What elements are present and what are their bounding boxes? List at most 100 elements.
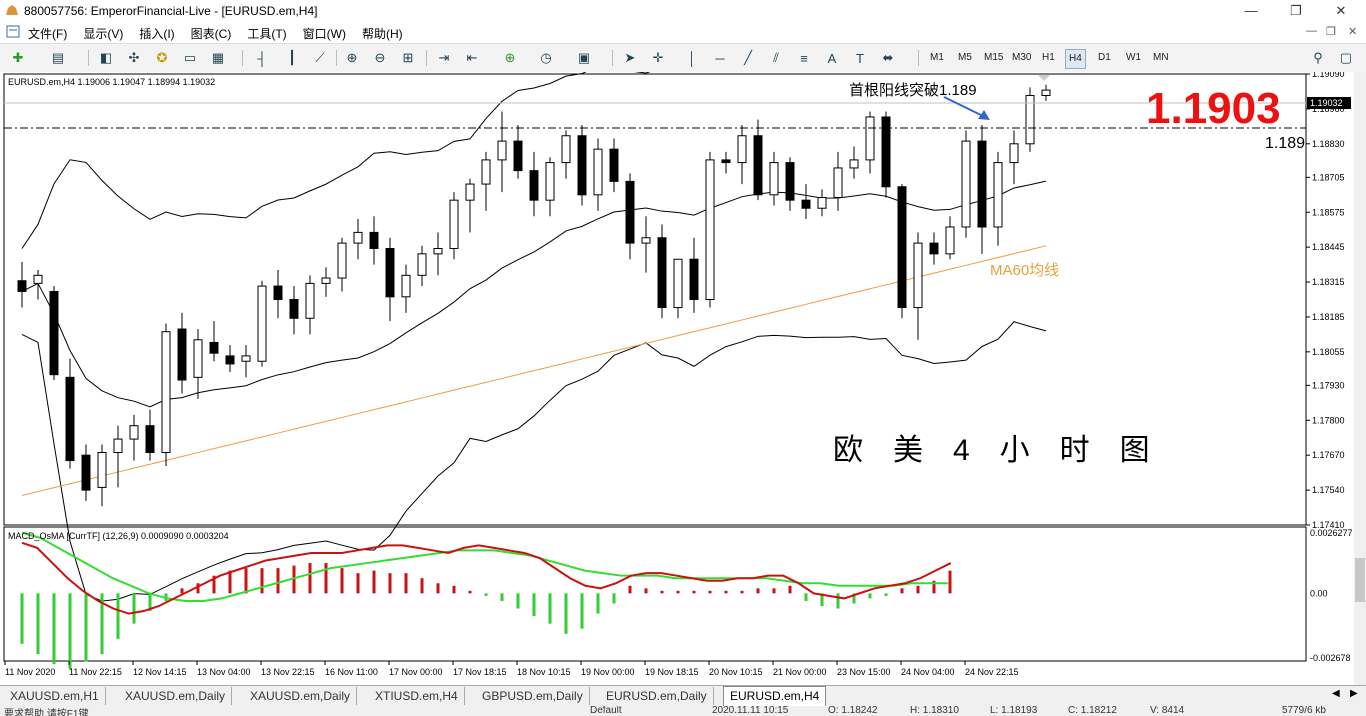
bear-candle [145,425,155,454]
price-label: 1.17800 [1312,415,1345,425]
bear-candle [289,299,299,319]
tab-xauusd-daily-1[interactable]: XAUUSD.em,Daily [119,687,233,705]
bull-candle [449,199,459,249]
tf-m5[interactable]: M5 [955,49,975,67]
vertical-scrollbar[interactable] [1354,72,1366,685]
tab-gbpusd-daily[interactable]: GBPUSD.em,Daily [476,687,590,705]
chart-shift-icon[interactable]: ⇤ [462,48,482,68]
bull-candle [945,226,955,255]
menu-insert[interactable]: 插入(I) [139,25,174,42]
text-icon[interactable]: A [822,48,842,68]
restore-button[interactable]: ❐ [1273,0,1319,22]
price-label: 1.17930 [1312,380,1345,390]
vertical-line-icon[interactable]: │ [682,48,702,68]
tab-xauusd-daily-2[interactable]: XAUUSD.em,Daily [244,687,358,705]
text-label-icon[interactable]: T [850,48,870,68]
bear-candle [657,237,667,309]
new-chart-icon[interactable]: ✚ [8,48,28,68]
bull-candle [305,282,315,319]
tf-mn[interactable]: MN [1150,49,1172,67]
tab-eurusd-h4[interactable]: EURUSD.em,H4 [723,686,827,707]
menu-window[interactable]: 窗口(W) [303,25,346,42]
chart-window[interactable]: 1.190901.189601.188301.187051.185751.184… [0,72,1366,685]
terminal-icon[interactable]: ✪ [152,48,172,68]
zoom-in-icon[interactable]: ⊕ [342,48,362,68]
price-chart[interactable]: 1.190901.189601.188301.187051.185751.184… [0,72,1354,685]
bull-candle [241,355,251,362]
macd-axis-label: -0.002678 [1310,653,1351,663]
window-title: 880057756: EmperorFinancial-Live - [EURU… [24,4,318,18]
crosshair-icon[interactable]: ✛ [648,48,668,68]
tab-scroll-left-icon[interactable]: ◀ [1332,688,1340,699]
tab-scroll-right-icon[interactable]: ▶ [1350,688,1358,699]
zoom-out-icon[interactable]: ⊖ [370,48,390,68]
scrollbar-thumb[interactable] [1355,558,1365,602]
bar-chart-icon[interactable]: ┤ [252,48,272,68]
candlestick-icon[interactable]: ┃ [282,48,302,68]
cursor-icon[interactable]: ➤ [620,48,640,68]
menu-help[interactable]: 帮助(H) [362,25,403,42]
macd-axis: 0.0026277 0.00 -0.002678 [1310,528,1353,663]
tf-m1[interactable]: M1 [927,49,947,67]
minimize-button[interactable]: — [1228,0,1274,22]
tab-eurusd-daily[interactable]: EURUSD.em,Daily [600,687,714,705]
bear-candle [385,247,395,298]
mdi-restore-icon[interactable]: ❐ [1326,25,1336,38]
fibonacci-icon[interactable]: ≡ [794,48,814,68]
bear-candle [897,186,907,309]
bull-candle [497,140,507,161]
mdi-close-icon[interactable]: ✕ [1348,25,1357,38]
status-bar: 要求帮助,请按F1键 Default 2020.11.11 10:15 O: 1… [0,706,1366,716]
tf-d1[interactable]: D1 [1095,49,1114,67]
menu-file[interactable]: 文件(F) [28,25,67,42]
time-label: 24 Nov 22:15 [965,667,1019,677]
indicators-icon[interactable]: ⊕ [500,48,520,68]
tf-m30[interactable]: M30 [1009,49,1034,67]
autoscroll-icon[interactable]: ⇥ [434,48,454,68]
trendline-icon[interactable]: ╱ [738,48,758,68]
menu-tools[interactable]: 工具(T) [247,25,286,42]
tf-m15[interactable]: M15 [981,49,1006,67]
menu-view[interactable]: 显示(V) [83,25,123,42]
tf-h4[interactable]: H4 [1065,49,1086,69]
mdi-minimize-icon[interactable]: — [1306,25,1317,37]
bull-candle [849,159,859,169]
time-label: 17 Nov 00:00 [389,667,443,677]
bear-candle [225,355,235,365]
tab-xtiusd-h4[interactable]: XTIUSD.em,H4 [369,687,465,705]
periods-icon[interactable]: ◷ [536,48,556,68]
menu-charts[interactable]: 图表(C) [191,25,232,42]
bear-candle [785,162,795,201]
bull-candle [705,159,715,301]
tab-xauusd-h1[interactable]: XAUUSD.em,H1 [4,687,106,705]
bear-candle [721,159,731,164]
close-button[interactable]: ✕ [1318,0,1364,22]
time-label: 13 Nov 22:15 [261,667,315,677]
navigator-icon[interactable]: ✣ [124,48,144,68]
profiles-icon[interactable]: ▤ [48,48,68,68]
tile-windows-icon[interactable]: ⊞ [398,48,418,68]
price-label: 1.18575 [1312,207,1345,217]
chat-icon[interactable]: ▢ [1336,48,1356,68]
bear-candle [753,135,763,196]
time-label: 19 Nov 00:00 [581,667,635,677]
time-label: 23 Nov 15:00 [837,667,891,677]
bear-candle [369,231,379,249]
strategy-tester-icon[interactable]: ▦ [208,48,228,68]
tf-h1[interactable]: H1 [1039,49,1058,67]
data-window-icon[interactable]: ▭ [180,48,200,68]
search-icon[interactable]: ⚲ [1308,48,1328,68]
price-label: 1.18705 [1312,172,1345,182]
price-label: 1.17540 [1312,485,1345,495]
time-label: 17 Nov 18:15 [453,667,507,677]
bear-candle [609,148,619,182]
channel-icon[interactable]: ⫽ [766,48,786,68]
bull-candle [833,167,843,198]
templates-icon[interactable]: ▣ [574,48,594,68]
arrows-icon[interactable]: ⬌ [878,48,898,68]
line-chart-icon[interactable]: ⟋ [310,48,330,68]
tf-w1[interactable]: W1 [1123,49,1144,67]
horizontal-line-icon[interactable]: ─ [710,48,730,68]
price-label: 1.18315 [1312,277,1345,287]
market-watch-icon[interactable]: ◧ [96,48,116,68]
